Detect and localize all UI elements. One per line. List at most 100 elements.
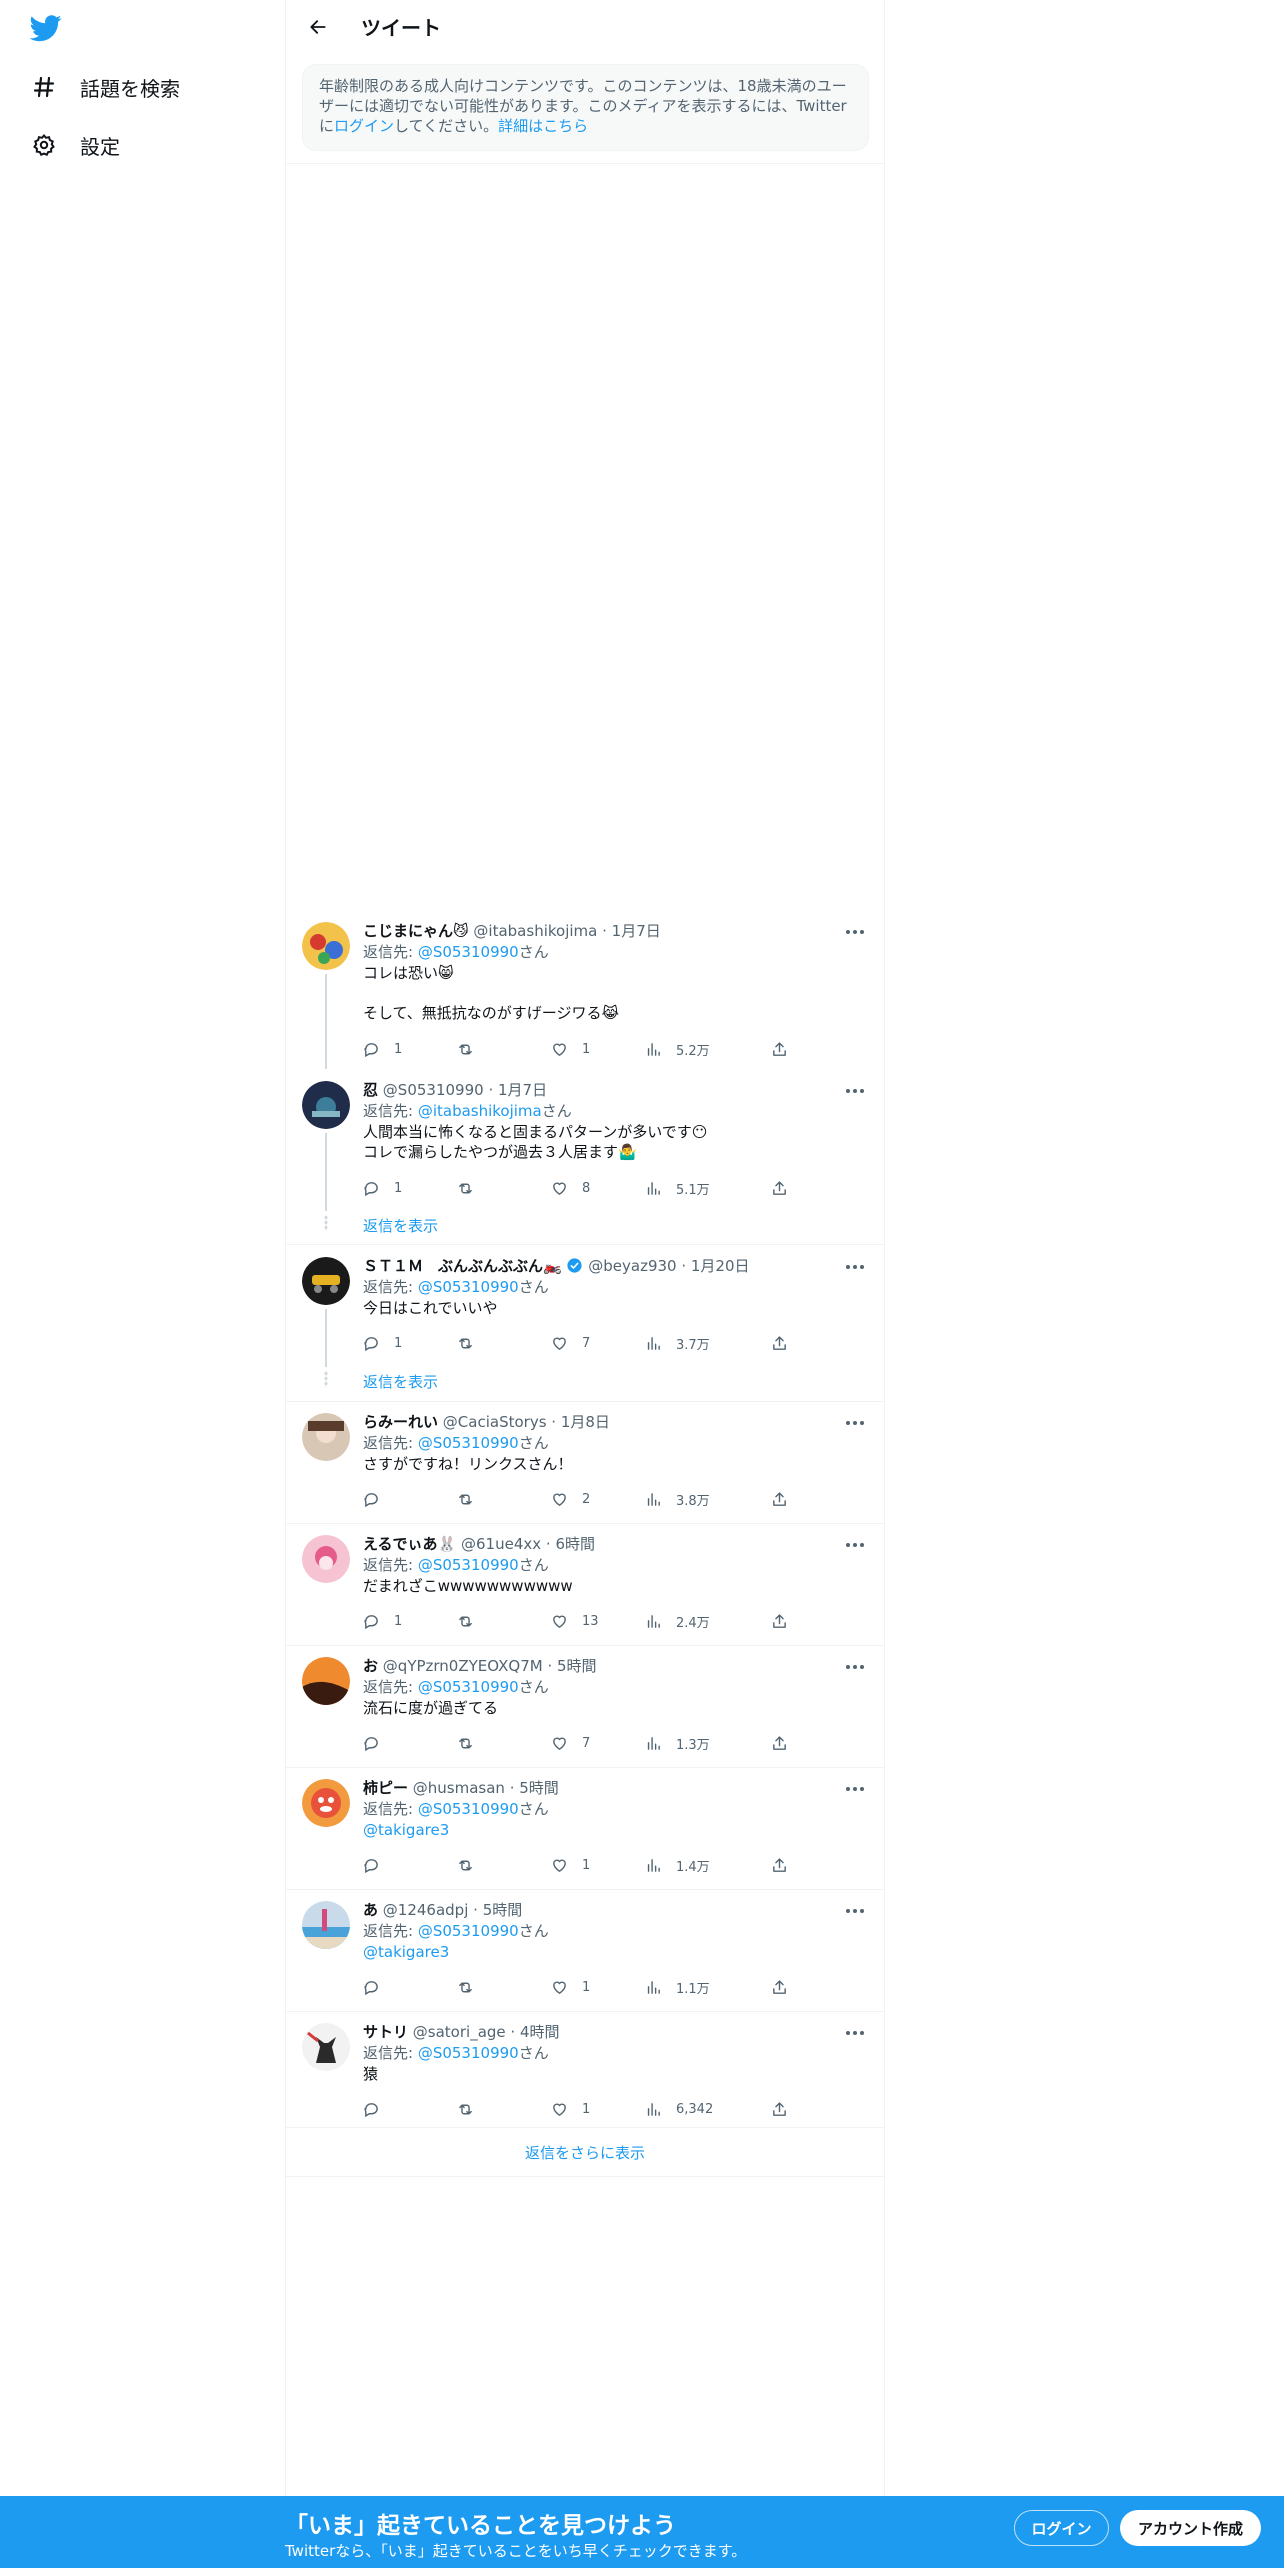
like-button[interactable]: 1 [551, 1855, 590, 1875]
more-icon[interactable] [842, 922, 868, 942]
reply-button[interactable]: 1 [363, 1611, 402, 1631]
display-name[interactable]: 忍 [363, 1081, 378, 1099]
tweet[interactable]: サトリ @satori_age · 4時間 返信先: @S05310990さん … [286, 2013, 884, 2128]
like-button[interactable]: 7 [551, 1333, 590, 1353]
like-button[interactable]: 13 [551, 1611, 599, 1631]
reply-button[interactable] [363, 2099, 394, 2119]
avatar[interactable] [302, 1535, 350, 1583]
share-button[interactable] [771, 1039, 788, 1059]
mention-link[interactable]: @takigare3 [363, 1821, 449, 1839]
signup-button[interactable]: アカウント作成 [1120, 2510, 1261, 2546]
avatar[interactable] [302, 1657, 350, 1705]
share-button[interactable] [771, 1611, 788, 1631]
nav-explore[interactable]: 話題を検索 [30, 67, 180, 107]
display-name[interactable]: 柿ピー [363, 1779, 408, 1797]
reply-to-handle[interactable]: @S05310990 [418, 1800, 519, 1818]
like-button[interactable]: 7 [551, 1733, 590, 1753]
reply-button[interactable]: 1 [363, 1333, 402, 1353]
display-name[interactable]: あ [363, 1901, 378, 1919]
timestamp[interactable]: 6時間 [555, 1535, 595, 1553]
tweet[interactable]: あ @1246adpj · 5時間 返信先: @S05310990さん @tak… [286, 1891, 884, 2012]
reply-to-handle[interactable]: @itabashikojima [418, 1102, 542, 1120]
retweet-button[interactable] [457, 1855, 488, 1875]
reply-button[interactable]: 1 [363, 1178, 402, 1198]
avatar[interactable] [302, 1779, 350, 1827]
tweet[interactable]: こじまにゃん😼 @itabashikojima · 1月7日 返信先: @S05… [286, 912, 884, 1069]
reply-to-handle[interactable]: @S05310990 [418, 1922, 519, 1940]
share-button[interactable] [771, 1333, 788, 1353]
retweet-button[interactable] [457, 1611, 488, 1631]
retweet-button[interactable] [457, 1333, 488, 1353]
retweet-button[interactable] [457, 1178, 488, 1198]
username[interactable]: @61ue4xx [461, 1535, 541, 1553]
login-button[interactable]: ログイン [1014, 2510, 1109, 2546]
more-icon[interactable] [842, 1901, 868, 1921]
timestamp[interactable]: 5時間 [519, 1779, 559, 1797]
share-button[interactable] [771, 2099, 788, 2119]
views-button[interactable]: 3.7万 [645, 1333, 710, 1353]
display-name[interactable]: お [363, 1657, 378, 1675]
username[interactable]: @husmasan [413, 1779, 505, 1797]
show-replies-link[interactable]: 返信を表示 [363, 1215, 438, 1236]
retweet-button[interactable] [457, 2099, 488, 2119]
more-icon[interactable] [842, 1535, 868, 1555]
reply-to-handle[interactable]: @S05310990 [418, 1556, 519, 1574]
more-icon[interactable] [842, 1657, 868, 1677]
twitter-logo-icon[interactable] [29, 12, 66, 48]
show-more-replies-button[interactable]: 返信をさらに表示 [286, 2129, 884, 2177]
views-button[interactable]: 5.2万 [645, 1039, 710, 1059]
more-icon[interactable] [842, 1081, 868, 1101]
username[interactable]: @1246adpj [383, 1901, 469, 1919]
username[interactable]: @itabashikojima [473, 922, 597, 940]
reply-to-handle[interactable]: @S05310990 [418, 1434, 519, 1452]
tweet[interactable]: らみーれい @CaciaStorys · 1月8日 返信先: @S0531099… [286, 1403, 884, 1524]
retweet-button[interactable] [457, 1977, 488, 1997]
reply-button[interactable] [363, 1489, 394, 1509]
reply-button[interactable] [363, 1977, 394, 1997]
reply-to-handle[interactable]: @S05310990 [418, 1678, 519, 1696]
avatar[interactable] [302, 1901, 350, 1949]
retweet-button[interactable] [457, 1489, 488, 1509]
reply-to-handle[interactable]: @S05310990 [418, 2044, 519, 2062]
retweet-button[interactable] [457, 1733, 488, 1753]
share-button[interactable] [771, 1733, 788, 1753]
tweet[interactable]: 柿ピー @husmasan · 5時間 返信先: @S05310990さん @t… [286, 1769, 884, 1890]
views-button[interactable]: 1.1万 [645, 1977, 710, 1997]
avatar[interactable] [302, 922, 350, 970]
views-button[interactable]: 1.4万 [645, 1855, 710, 1875]
like-button[interactable]: 1 [551, 2099, 590, 2119]
mention-link[interactable]: @takigare3 [363, 1943, 449, 1961]
retweet-button[interactable] [457, 1039, 488, 1059]
display-name[interactable]: サトリ [363, 2023, 408, 2041]
more-icon[interactable] [842, 1257, 868, 1277]
views-button[interactable]: 5.1万 [645, 1178, 710, 1198]
reply-button[interactable] [363, 1855, 394, 1875]
like-button[interactable]: 1 [551, 1977, 590, 1997]
tweet[interactable]: ＳＴ１Ｍ ぶんぶんぶぶん🏍️ @beyaz930 · 1月20日 返信先: @S… [286, 1247, 884, 1402]
username[interactable]: @satori_age [413, 2023, 506, 2041]
more-icon[interactable] [842, 2023, 868, 2043]
reply-button[interactable]: 1 [363, 1039, 402, 1059]
avatar[interactable] [302, 1413, 350, 1461]
like-button[interactable]: 2 [551, 1489, 590, 1509]
notice-learn-more-link[interactable]: 詳細はこちら [498, 117, 588, 135]
views-button[interactable]: 6,342 [645, 2099, 713, 2119]
tweet[interactable]: 忍 @S05310990 · 1月7日 返信先: @itabashikojima… [286, 1071, 884, 1245]
timestamp[interactable]: 5時間 [483, 1901, 523, 1919]
back-arrow-icon[interactable] [301, 10, 335, 44]
more-icon[interactable] [842, 1779, 868, 1799]
share-button[interactable] [771, 1489, 788, 1509]
timestamp[interactable]: 5時間 [557, 1657, 597, 1675]
views-button[interactable]: 3.8万 [645, 1489, 710, 1509]
display-name[interactable]: えるでぃあ🐰 [363, 1535, 456, 1553]
username[interactable]: @qYPzrn0ZYEOXQ7M [383, 1657, 543, 1675]
show-replies-link[interactable]: 返信を表示 [363, 1371, 438, 1392]
reply-button[interactable] [363, 1733, 394, 1753]
like-button[interactable]: 1 [551, 1039, 590, 1059]
username[interactable]: @S05310990 [383, 1081, 484, 1099]
display-name[interactable]: らみーれい [363, 1413, 438, 1431]
avatar[interactable] [302, 2023, 350, 2071]
reply-to-handle[interactable]: @S05310990 [418, 943, 519, 961]
tweet[interactable]: えるでぃあ🐰 @61ue4xx · 6時間 返信先: @S05310990さん … [286, 1525, 884, 1646]
notice-login-link[interactable]: ログイン [334, 117, 394, 135]
